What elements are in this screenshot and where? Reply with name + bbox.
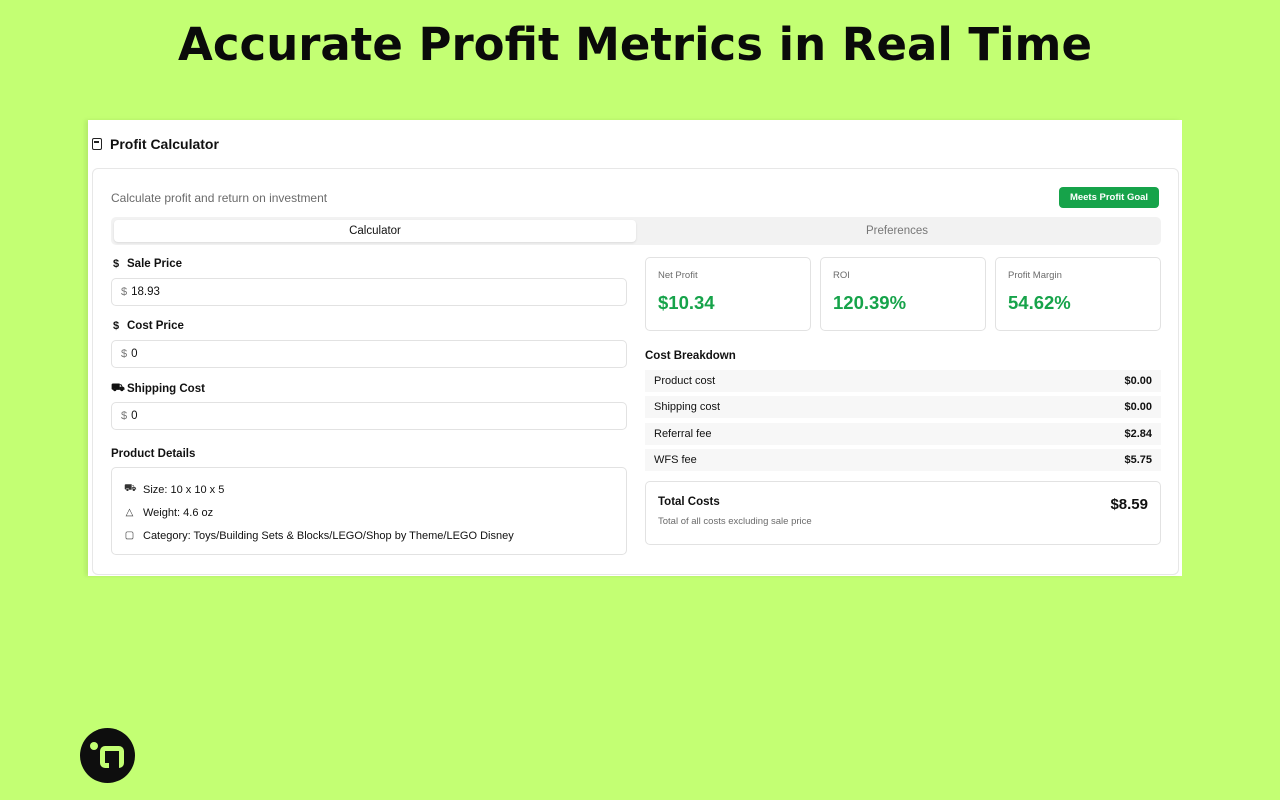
total-costs-value: $8.59	[1110, 496, 1148, 513]
breakdown-row-product-cost: Product cost $0.00	[645, 370, 1161, 392]
currency-prefix: $	[121, 410, 128, 422]
shipping-cost-label-text: Shipping Cost	[127, 383, 205, 395]
cost-price-input[interactable]: $ 0	[111, 340, 627, 368]
dollar-icon: $	[112, 258, 120, 270]
shipping-cost-value: 0	[131, 410, 138, 422]
breakdown-value: $0.00	[1124, 401, 1152, 414]
breakdown-row-shipping-cost: Shipping cost $0.00	[645, 396, 1161, 419]
shipping-cost-input[interactable]: $ 0	[111, 402, 627, 430]
panel-title: Profit Calculator	[110, 136, 219, 152]
breakdown-value: $5.75	[1124, 453, 1152, 466]
breakdown-row-referral-fee: Referral fee $2.84	[645, 422, 1161, 445]
panel-header: Profit Calculator	[92, 136, 219, 152]
product-details-box: ⛟ Size: 10 x 10 x 5 △ Weight: 4.6 oz ▢ C…	[111, 467, 627, 555]
total-costs-label: Total Costs	[658, 496, 720, 508]
roi-card: ROI 120.39%	[820, 257, 986, 331]
roi-label: ROI	[833, 270, 850, 281]
profit-margin-label: Profit Margin	[1008, 270, 1062, 281]
calculator-card: Calculate profit and return on investmen…	[92, 168, 1179, 575]
cost-breakdown-list: Product cost $0.00 Shipping cost $0.00 R…	[645, 370, 1161, 475]
total-costs-subtitle: Total of all costs excluding sale price	[658, 516, 812, 527]
breakdown-label: Shipping cost	[654, 401, 721, 414]
tab-bar: Calculator Preferences	[111, 217, 1161, 245]
breakdown-value: $2.84	[1124, 427, 1152, 440]
detail-category-text: Category: Toys/Building Sets & Blocks/LE…	[143, 529, 514, 542]
profit-calculator-panel: Profit Calculator Calculate profit and r…	[88, 120, 1182, 576]
tab-calculator[interactable]: Calculator	[114, 220, 636, 242]
calculator-icon	[92, 138, 102, 150]
breakdown-row-wfs-fee: WFS fee $5.75	[645, 448, 1161, 471]
breakdown-label: Referral fee	[654, 427, 712, 440]
roi-value: 120.39%	[833, 292, 907, 313]
total-costs-card: Total Costs Total of all costs excluding…	[645, 481, 1161, 545]
net-profit-value: $10.34	[658, 292, 715, 313]
brand-logo	[80, 728, 135, 783]
cost-price-label-text: Cost Price	[127, 320, 184, 332]
net-profit-card: Net Profit $10.34	[645, 257, 811, 331]
breakdown-label: WFS fee	[654, 453, 697, 466]
detail-size-text: Size: 10 x 10 x 5	[143, 483, 225, 496]
detail-category: ▢ Category: Toys/Building Sets & Blocks/…	[124, 528, 614, 543]
currency-prefix: $	[121, 286, 128, 298]
cost-price-label: $ Cost Price	[111, 320, 184, 332]
shopping-bag-icon: ▢	[124, 530, 135, 541]
weight-icon: △	[125, 507, 134, 518]
headline: Accurate Profit Metrics in Real Time	[178, 18, 1092, 71]
profit-margin-value: 54.62%	[1008, 292, 1071, 313]
product-details-title: Product Details	[111, 448, 196, 460]
truck-icon: ⛟	[124, 483, 137, 494]
profit-goal-badge: Meets Profit Goal	[1059, 187, 1159, 208]
shipping-cost-label: ⛟ Shipping Cost	[111, 382, 205, 396]
detail-weight-text: Weight: 4.6 oz	[143, 506, 214, 519]
profit-margin-card: Profit Margin 54.62%	[995, 257, 1161, 331]
tab-preferences[interactable]: Preferences	[636, 220, 1158, 242]
currency-prefix: $	[121, 348, 128, 360]
cost-breakdown-title: Cost Breakdown	[645, 350, 736, 362]
sale-price-input[interactable]: $ 18.93	[111, 278, 627, 306]
sale-price-value: 18.93	[131, 286, 160, 298]
breakdown-label: Product cost	[654, 375, 716, 387]
net-profit-label: Net Profit	[658, 270, 698, 281]
logo-square-cutout	[109, 754, 119, 768]
dollar-icon: $	[112, 320, 120, 332]
breakdown-value: $0.00	[1124, 375, 1152, 387]
truck-icon: ⛟	[111, 382, 125, 394]
sale-price-label: $ Sale Price	[111, 258, 182, 270]
detail-size: ⛟ Size: 10 x 10 x 5	[124, 482, 614, 497]
logo-dot	[90, 742, 98, 750]
cost-price-value: 0	[131, 348, 138, 360]
detail-weight: △ Weight: 4.6 oz	[124, 505, 614, 520]
sale-price-label-text: Sale Price	[127, 258, 182, 270]
panel-subtitle: Calculate profit and return on investmen…	[111, 191, 328, 205]
